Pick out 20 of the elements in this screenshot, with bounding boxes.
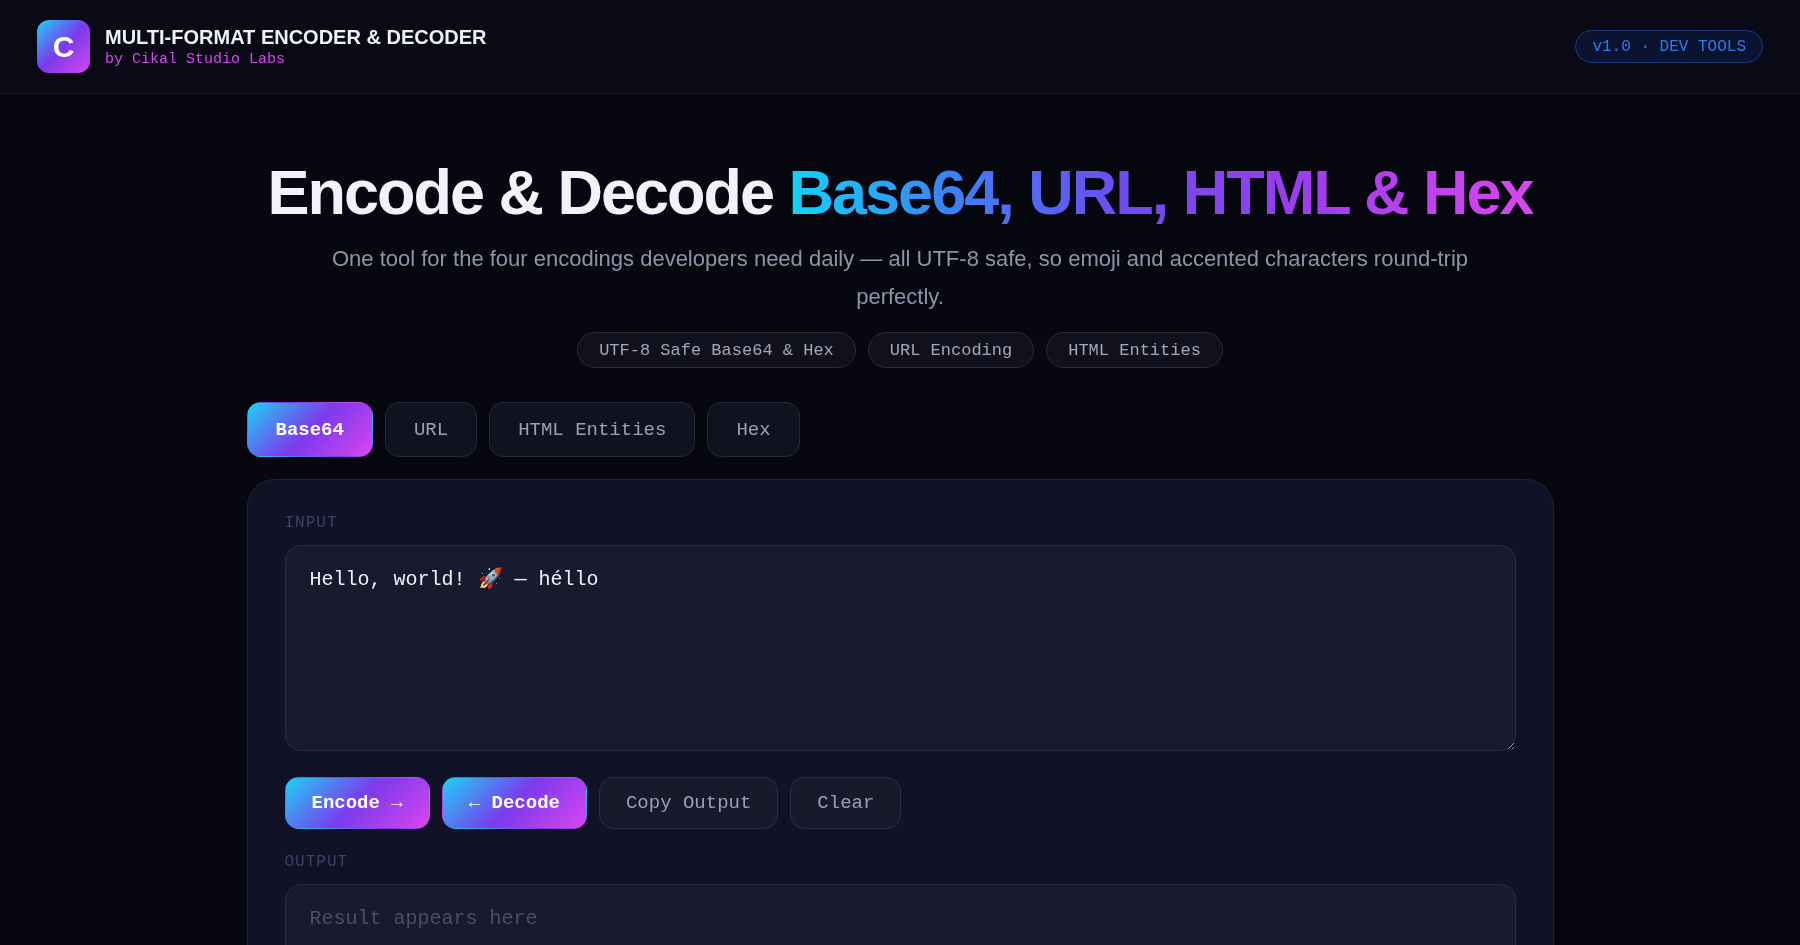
format-tab[interactable]: URL [384,402,478,457]
format-tab[interactable]: Hex [707,402,800,457]
hero-description: One tool for the four encodings developers need daily — all UTF-8 safe, so emoji and accented characters round-trip perfectly. [330,245,1470,311]
app-logo: C [37,20,90,73]
output-label: OUTPUT [284,852,349,872]
secondary-button[interactable]: Copy Output [598,777,779,829]
input-label: INPUT [284,513,338,533]
feature-chip: HTML Entities [1046,332,1223,368]
feature-chip: URL Encoding [867,332,1035,368]
input-field[interactable]: Hello, world! 🚀 — héllo [284,545,1516,751]
app-title: MULTI-FORMAT ENCODER & DECODER [105,24,487,49]
feature-chip: UTF-8 Safe Base64 & Hex [577,332,856,368]
format-tab[interactable]: HTML Entities [489,402,696,457]
output-field[interactable]: Result appears here [284,884,1516,945]
primary-button[interactable]: ← Decode [441,777,587,829]
app-byline: by Cikal Studio Labs [105,50,287,69]
version-badge: v1.0 · DEV TOOLS [1575,30,1763,63]
primary-button[interactable]: Encode → [284,777,430,829]
format-tab[interactable]: Base64 [246,402,373,457]
secondary-button[interactable]: Clear [790,777,902,829]
